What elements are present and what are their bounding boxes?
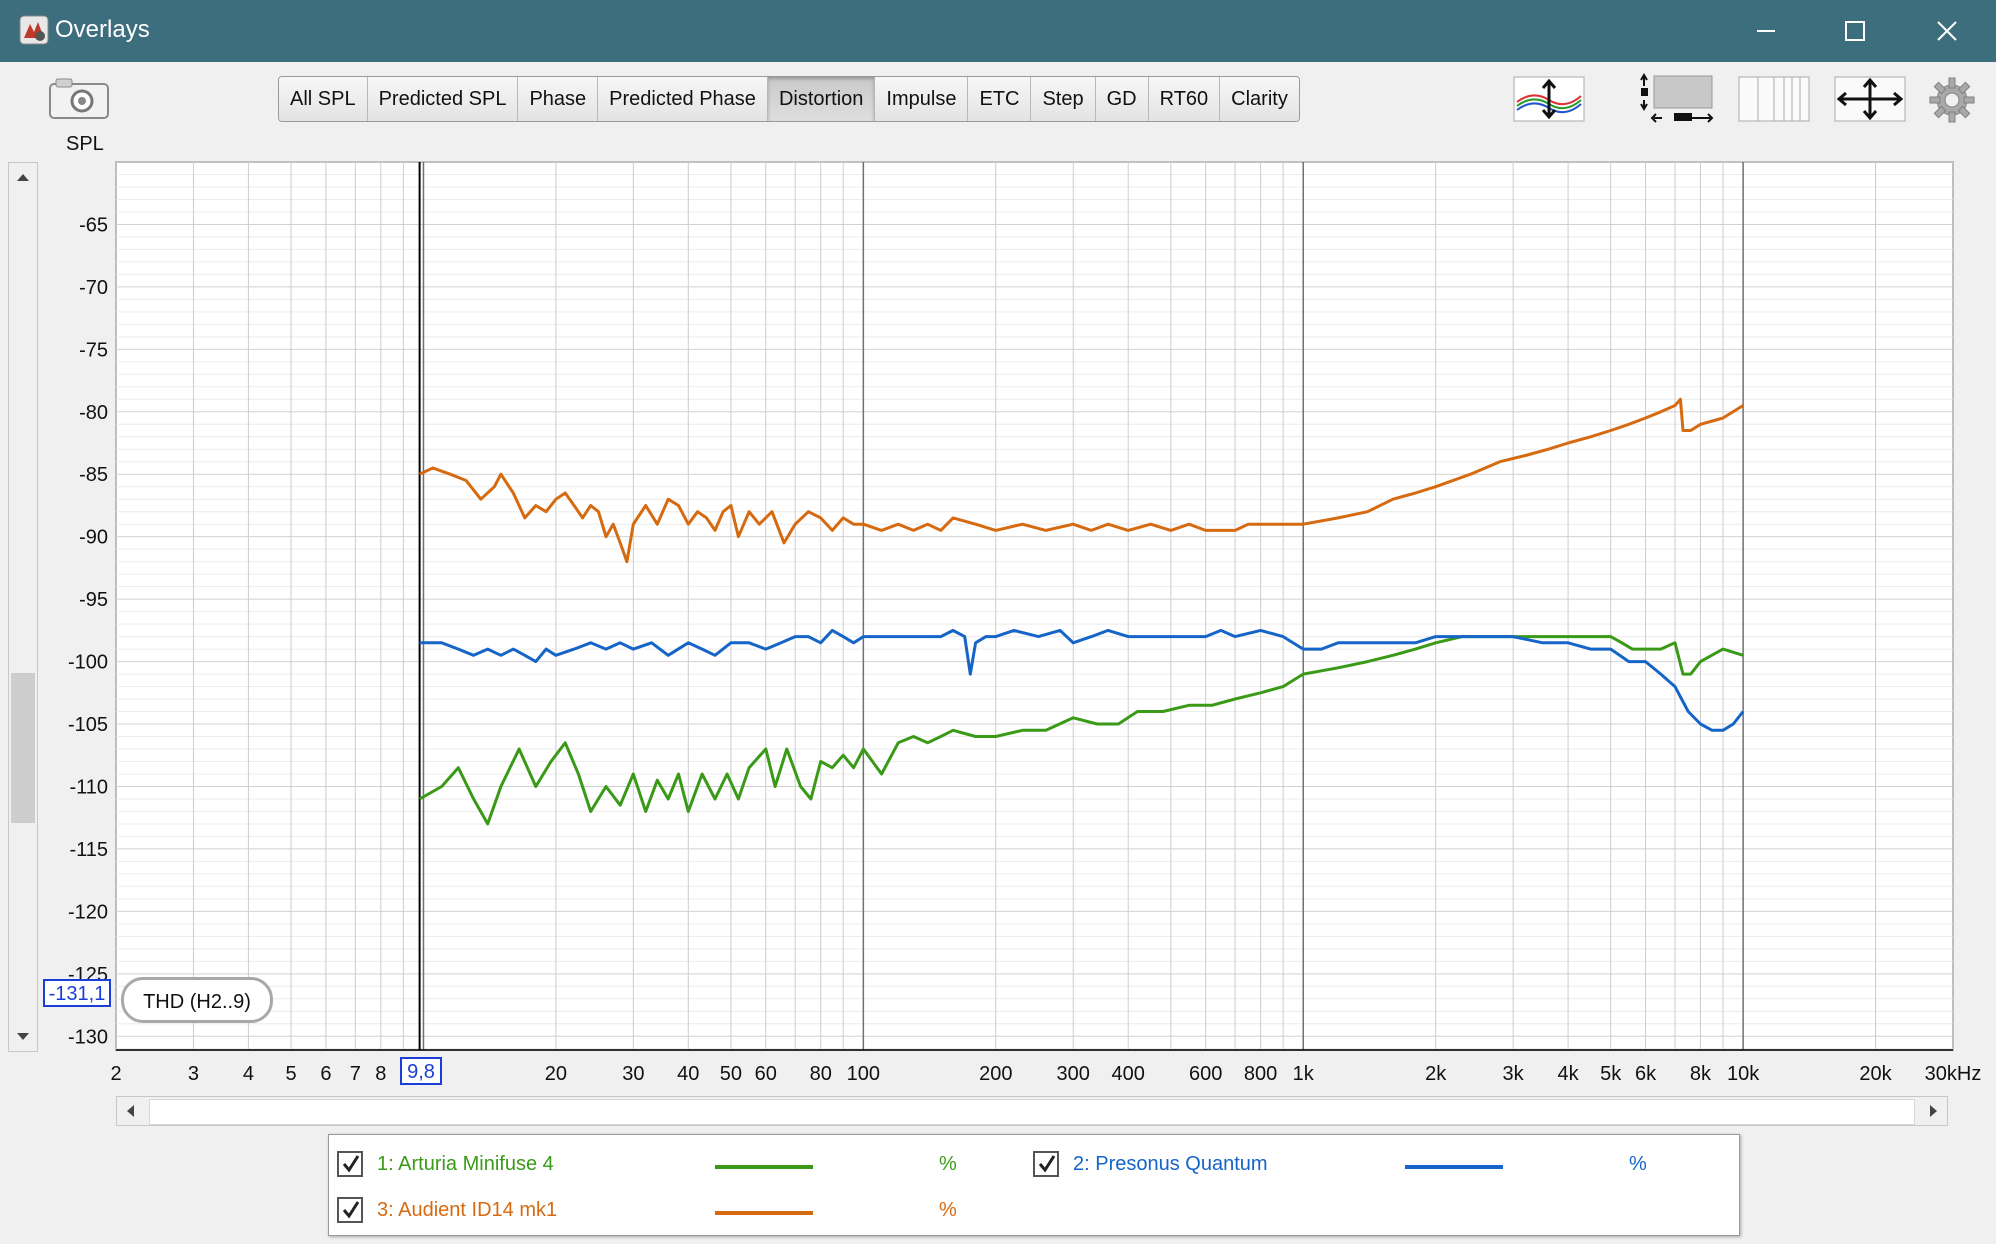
scroll-left-icon[interactable] (117, 1097, 145, 1125)
cursor-x-readout: 9,8 (400, 1057, 442, 1085)
y-tick-label: -90 (79, 527, 108, 549)
thd-annotation: THD (H2..9) (121, 977, 273, 1023)
y-tick-label: -65 (79, 214, 108, 236)
legend-unit-audient: % (939, 1199, 957, 1221)
x-tick-label: 2k (1425, 1063, 1447, 1085)
x-tick-label: 30 (622, 1063, 644, 1085)
trace-legend: 1: Arturia Minifuse 4 % 2: Presonus Quan… (328, 1134, 1740, 1236)
y-tick-label: -115 (69, 839, 108, 861)
y-tick-label: -100 (68, 652, 108, 674)
x-tick-label: 5k (1600, 1063, 1622, 1085)
legend-item-arturia: 1: Arturia Minifuse 4 % (337, 1148, 1017, 1182)
x-tick-label: 8k (1690, 1063, 1712, 1085)
x-tick-label: 200 (979, 1063, 1012, 1085)
x-tick-label: 800 (1244, 1063, 1277, 1085)
legend-swatch-audient (715, 1211, 813, 1215)
x-tick-label: 40 (677, 1063, 699, 1085)
legend-item-audient: 3: Audient ID14 mk1 % (337, 1194, 1017, 1228)
x-tick-label: 3 (188, 1063, 199, 1085)
x-tick-label: 600 (1189, 1063, 1222, 1085)
x-tick-label: 30kHz (1925, 1063, 1982, 1085)
scroll-right-icon[interactable] (1919, 1097, 1947, 1125)
legend-unit-arturia: % (939, 1153, 957, 1175)
x-tick-label: 6k (1635, 1063, 1657, 1085)
plot-area (115, 161, 1954, 1051)
legend-label-audient: 3: Audient ID14 mk1 (377, 1199, 558, 1221)
horizontal-scrollbar[interactable] (116, 1096, 1948, 1126)
y-tick-label: -130 (68, 1026, 108, 1048)
x-tick-label: 4 (243, 1063, 254, 1085)
x-tick-label: 5 (285, 1063, 296, 1085)
x-tick-label: 20 (545, 1063, 567, 1085)
y-tick-label: -120 (68, 901, 108, 923)
x-tick-label: 4k (1558, 1063, 1580, 1085)
horizontal-scroll-thumb[interactable] (149, 1099, 1915, 1125)
x-tick-label: 50 (720, 1063, 742, 1085)
x-tick-label: 300 (1057, 1063, 1090, 1085)
cursor-y-readout: -131,1 (43, 979, 111, 1007)
x-tick-label: 3k (1503, 1063, 1525, 1085)
x-tick-label: 20k (1859, 1063, 1892, 1085)
x-tick-label: 8 (375, 1063, 386, 1085)
legend-checkbox-presonus[interactable] (1033, 1151, 1059, 1177)
x-tick-label: 60 (755, 1063, 777, 1085)
x-tick-label: 100 (847, 1063, 880, 1085)
x-tick-label: 80 (810, 1063, 832, 1085)
y-tick-label: -105 (68, 714, 108, 736)
x-tick-label: 400 (1112, 1063, 1145, 1085)
y-tick-label: -85 (79, 464, 108, 486)
x-tick-label: 2 (110, 1063, 121, 1085)
y-tick-label: -110 (69, 776, 108, 798)
legend-label-presonus: 2: Presonus Quantum (1073, 1153, 1268, 1175)
legend-unit-presonus: % (1629, 1153, 1647, 1175)
legend-swatch-arturia (715, 1165, 813, 1169)
legend-swatch-presonus (1405, 1165, 1503, 1169)
y-tick-label: -80 (79, 402, 108, 424)
y-tick-label: -75 (79, 339, 108, 361)
y-tick-label: -95 (79, 589, 108, 611)
legend-checkbox-audient[interactable] (337, 1197, 363, 1223)
x-tick-label: 10k (1727, 1063, 1760, 1085)
x-tick-label: 1k (1293, 1063, 1315, 1085)
overlays-window: Overlays SPL All SPL Predicted SPL Phase Pr… (0, 0, 1996, 1244)
legend-label-arturia: 1: Arturia Minifuse 4 (377, 1153, 554, 1175)
legend-checkbox-arturia[interactable] (337, 1151, 363, 1177)
x-tick-label: 7 (350, 1063, 361, 1085)
distortion-chart: -65 -70 -75 -80 -85 -90 -95 -100 -105 -110 -115 -12… (68, 161, 1982, 1085)
legend-item-presonus: 2: Presonus Quantum % (1033, 1148, 1713, 1182)
x-tick-label: 6 (320, 1063, 331, 1085)
y-tick-label: -70 (79, 277, 108, 299)
